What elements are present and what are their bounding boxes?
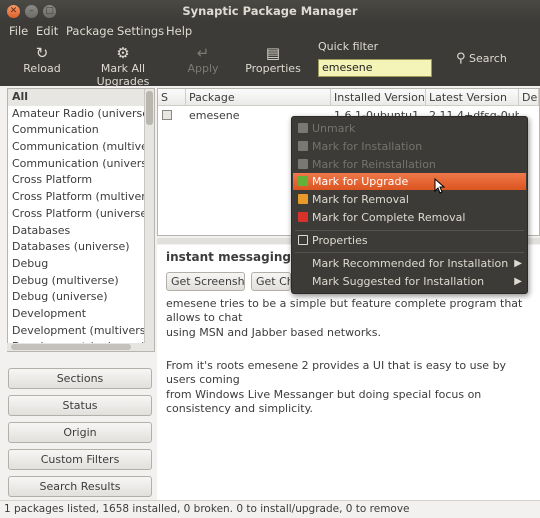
mark-all-upgrades-label: Mark All Upgrades [96,62,150,88]
properties-icon [298,235,308,245]
menu-help[interactable]: Help [166,24,192,38]
apply-label: Apply [187,62,219,75]
installed-status-icon[interactable] [162,110,172,120]
menu-item-mark-reinstall[interactable]: Mark for Reinstallation [293,156,526,173]
list-item[interactable]: Amateur Radio (universe) [8,106,154,123]
status-bar: 1 packages listed, 1658 installed, 0 bro… [0,500,540,518]
apply-icon: ↵ [196,44,210,62]
context-menu: Unmark Mark for Installation Mark for Re… [291,116,528,294]
section-item-all[interactable]: All [8,89,154,106]
menu-item-label: Mark for Reinstallation [312,158,436,171]
menu-package[interactable]: Package [66,24,114,38]
menu-item-unmark[interactable]: Unmark [293,120,526,137]
unmark-icon [298,123,308,133]
title-bar: ✕ – □ Synaptic Package Manager [0,0,540,22]
mouse-pointer-icon [434,178,446,194]
quick-filter-input[interactable]: emesene [318,59,432,77]
section-list: All Amateur Radio (universe) Communicati… [7,88,155,352]
menu-separator [295,252,524,253]
properties-button[interactable]: ▤ Properties [244,44,302,75]
list-item[interactable]: Databases [8,223,154,240]
list-item[interactable]: Cross Platform (universe) [8,206,154,223]
submenu-arrow-icon: ▶ [514,276,522,287]
reload-button[interactable]: ↻ Reload [22,44,62,75]
list-item[interactable]: Communication [8,122,154,139]
complete-removal-icon [298,212,308,222]
column-header-package[interactable]: Package [186,89,331,106]
column-header-latest[interactable]: Latest Version [426,89,519,106]
origin-button[interactable]: Origin [8,422,152,443]
list-item[interactable]: Cross Platform [8,172,154,189]
section-list-hscrollbar[interactable] [7,343,153,351]
column-header-installed[interactable]: Installed Version [331,89,426,106]
reload-icon: ↻ [35,44,49,62]
menu-item-label: Properties [312,234,368,247]
menu-item-label: Mark Suggested for Installation [312,275,485,288]
upgrade-icon [298,176,308,186]
properties-label: Properties [245,62,301,75]
menu-item-label: Mark for Removal [312,193,409,206]
synaptic-window: ✕ – □ Synaptic Package Manager File Edit… [0,0,540,518]
submenu-arrow-icon: ▶ [514,258,522,269]
search-label: Search [469,52,507,65]
list-item[interactable]: Development [8,306,154,323]
description-paragraph: emesene tries to be a simple but feature… [166,297,523,324]
description-paragraph: using MSN and Jabber based networks. [166,326,381,339]
search-icon: ⚲ [456,51,466,66]
column-header-description[interactable]: De [519,89,539,106]
menu-item-properties[interactable]: Properties [293,232,526,249]
menu-item-label: Mark for Complete Removal [312,211,466,224]
reinstall-icon [298,159,308,169]
list-item[interactable]: Communication (universe) [8,156,154,173]
search-button[interactable]: ⚲ Search [456,51,507,66]
apply-button[interactable]: ↵ Apply [183,44,223,75]
menu-item-label: Mark for Installation [312,140,423,153]
scrollbar-thumb[interactable] [11,344,131,350]
menu-settings[interactable]: Settings [117,24,164,38]
get-screenshot-button[interactable]: Get Screenshot [166,272,245,291]
list-item[interactable]: Debug (multiverse) [8,273,154,290]
menu-item-label: Unmark [312,122,356,135]
column-header-status[interactable]: S [158,89,186,106]
menu-separator [295,230,524,231]
description-paragraph: From it's roots emesene 2 provides a UI … [166,359,507,386]
menu-item-mark-removal[interactable]: Mark for Removal [293,191,526,208]
properties-icon: ▤ [265,44,281,62]
custom-filters-button[interactable]: Custom Filters [8,449,152,470]
quick-filter-label: Quick filter [318,40,379,53]
menu-item-mark-upgrade[interactable]: Mark for Upgrade [293,173,526,190]
window-title: Synaptic Package Manager [182,4,358,18]
get-changelog-button[interactable]: Get Changelog [251,272,291,291]
gear-icon: ⚙ [116,44,130,62]
list-item[interactable]: Cross Platform (multiverse) [8,189,154,206]
removal-icon [298,194,308,204]
mark-all-upgrades-button[interactable]: ⚙ Mark All Upgrades [76,44,170,88]
menu-item-mark-suggested[interactable]: Mark Suggested for Installation ▶ [293,273,526,290]
reload-label: Reload [23,62,61,75]
menu-item-label: Mark Recommended for Installation [312,257,509,270]
list-item[interactable]: Debug [8,256,154,273]
search-results-button[interactable]: Search Results [8,476,152,497]
description-paragraph: from Windows Live Messanger but doing sp… [166,388,482,415]
list-item[interactable]: Databases (universe) [8,239,154,256]
scrollbar-thumb[interactable] [146,91,153,125]
install-icon [298,141,308,151]
menu-item-mark-complete-removal[interactable]: Mark for Complete Removal [293,209,526,226]
list-item[interactable]: Development (multiverse) [8,323,154,340]
toolbar: ↻ Reload ⚙ Mark All Upgrades ↵ Apply ▤ P… [0,40,540,88]
menu-item-label: Mark for Upgrade [312,175,409,188]
menu-item-mark-recommended[interactable]: Mark Recommended for Installation ▶ [293,255,526,272]
menu-edit[interactable]: Edit [36,24,58,38]
menu-bar: File Edit Package Settings Help [0,22,540,40]
menu-file[interactable]: File [9,24,28,38]
list-item[interactable]: Communication (multiverse) [8,139,154,156]
menu-item-mark-install[interactable]: Mark for Installation [293,138,526,155]
status-button[interactable]: Status [8,395,152,416]
sections-button[interactable]: Sections [8,368,152,389]
section-list-scrollbar[interactable] [144,89,154,351]
list-item[interactable]: Debug (universe) [8,289,154,306]
